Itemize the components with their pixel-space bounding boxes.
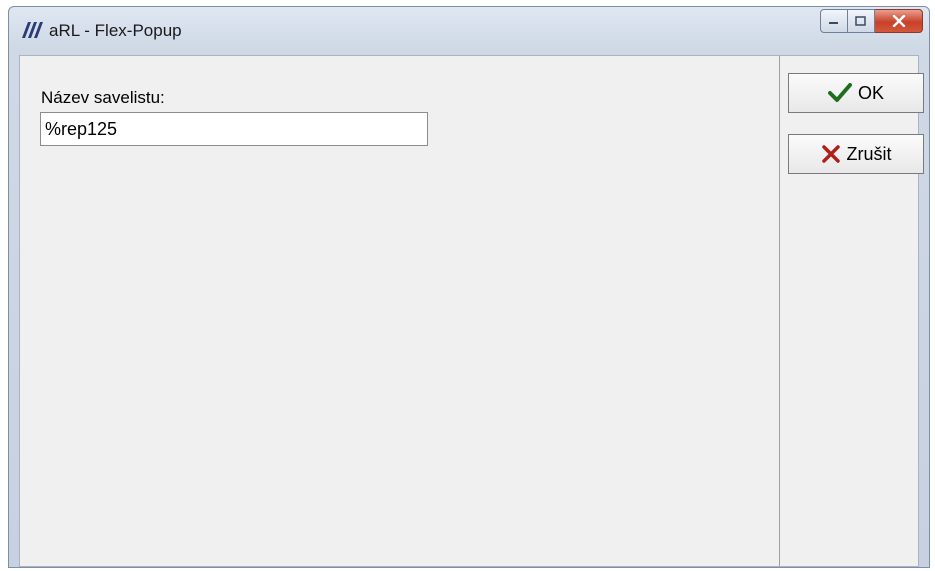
dialog-window: aRL - Flex-Popup Název savelistu: %rep12…: [8, 6, 930, 568]
close-icon: [892, 15, 905, 27]
savelist-name-input[interactable]: [40, 112, 428, 146]
ok-button[interactable]: OK: [788, 73, 924, 113]
minimize-icon: [829, 22, 838, 24]
window-controls: [820, 9, 923, 35]
maximize-icon: [855, 15, 866, 26]
window-title: aRL - Flex-Popup: [49, 21, 182, 40]
cancel-button[interactable]: Zrušit: [788, 134, 924, 174]
cancel-button-label: Zrušit: [846, 143, 892, 164]
minimize-button[interactable]: [820, 9, 848, 33]
content-panel: Název savelistu:: [20, 56, 780, 566]
client-area: Název savelistu: OK Zrušit: [19, 55, 924, 567]
maximize-button[interactable]: [848, 9, 875, 33]
checkmark-icon: [827, 83, 852, 103]
savelist-name-label: Název savelistu:: [41, 88, 165, 107]
x-icon: [821, 144, 841, 164]
ok-button-label: OK: [857, 82, 884, 103]
title-bar[interactable]: aRL - Flex-Popup: [9, 7, 929, 51]
close-button[interactable]: [875, 9, 923, 33]
app-logo-icon: [21, 21, 43, 39]
